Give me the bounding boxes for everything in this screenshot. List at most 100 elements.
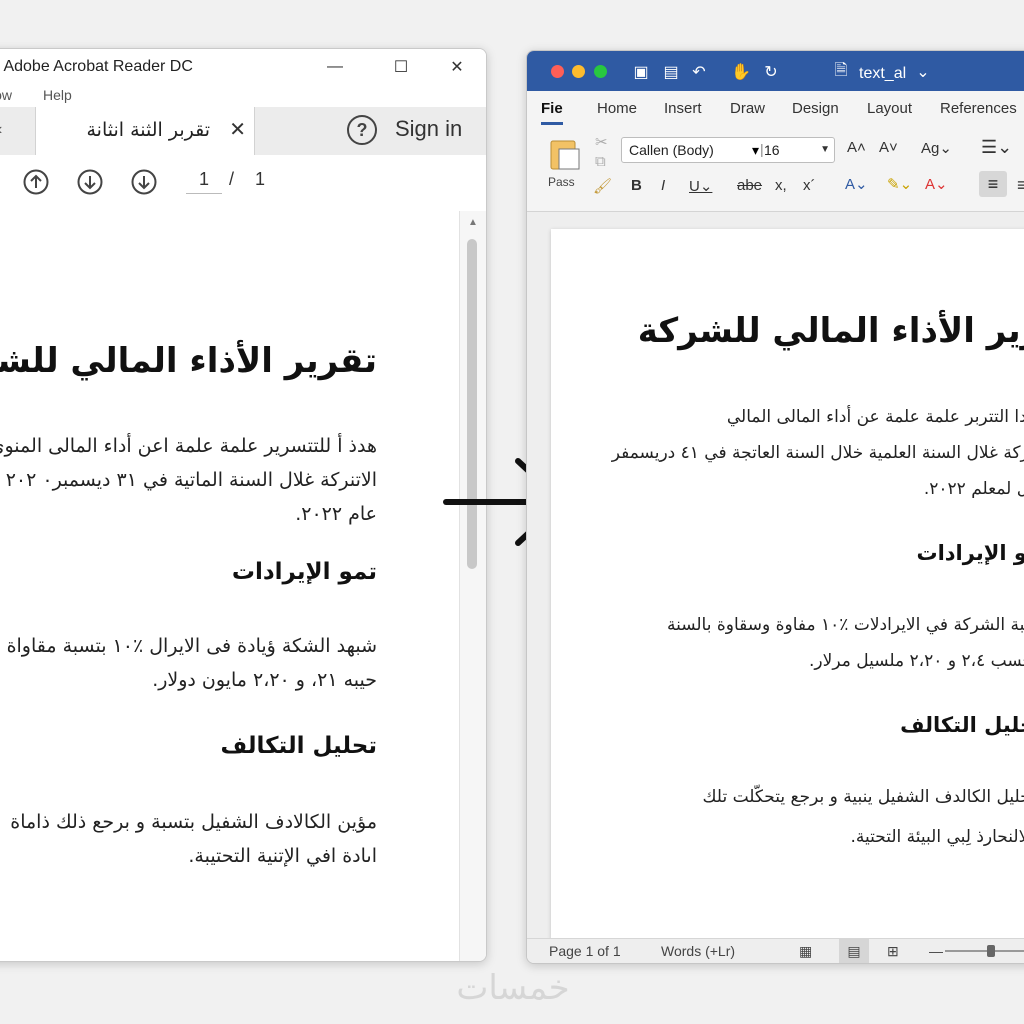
- read-mode-icon[interactable]: ▦: [799, 943, 812, 960]
- word-titlebar: ▣ ▤ ↶ ✋ ↻ 🗎 text_al ⌄: [527, 51, 1024, 91]
- change-case-icon[interactable]: Ag⌄: [921, 139, 952, 157]
- doc-para3-line1: مؤين الكالادف الشفيل بتسبة و برحع ذلك ذا…: [10, 811, 377, 833]
- previous-page-icon[interactable]: [23, 169, 49, 195]
- word-para1-line2: الشركة غلال السنة العلمية خلال السنة الع…: [611, 443, 1024, 463]
- doc-title: تقرير الأذاء المالي للشركة: [0, 341, 377, 381]
- vertical-scrollbar[interactable]: ▲: [459, 211, 486, 961]
- sign-in-button[interactable]: Sign in: [395, 116, 462, 142]
- acrobat-window: e Adobe Acrobat Reader DC — ☐ ✕ low Help…: [0, 48, 487, 962]
- doc-para2-line1: شبهد الشكة ؤيادة فى الايرال ٪١٠ بتسبة مق…: [6, 635, 377, 657]
- word-heading-revenue: تمو الإيرادات: [916, 541, 1024, 565]
- acrobat-window-title: e Adobe Acrobat Reader DC: [0, 58, 193, 75]
- highlight-icon[interactable]: ✎⌄: [887, 175, 912, 193]
- format-painter-icon[interactable]: 🖌: [593, 177, 612, 195]
- layout-icon[interactable]: ▣: [631, 62, 651, 82]
- italic-icon[interactable]: I: [661, 177, 665, 194]
- maximize-icon[interactable]: ☐: [381, 55, 421, 79]
- zoom-slider[interactable]: [945, 950, 1024, 952]
- watermark-logo: خمسات: [456, 968, 570, 1008]
- align-left-icon[interactable]: ≡: [979, 171, 1007, 197]
- underline-icon[interactable]: U⌄: [689, 177, 712, 195]
- undo-icon[interactable]: ↶: [689, 62, 709, 82]
- tab-layout[interactable]: Layout: [867, 100, 912, 117]
- tab-document[interactable]: تقربر الثنة انثانة ✕: [35, 107, 255, 155]
- title-chevron-down-icon[interactable]: ⌄: [913, 62, 933, 82]
- word-window: ▣ ▤ ↶ ✋ ↻ 🗎 text_al ⌄ Fie Home Insert Dr…: [526, 50, 1024, 964]
- menu-window[interactable]: low: [0, 87, 12, 103]
- tab-file[interactable]: Fie: [541, 100, 563, 125]
- zoom-slider-thumb[interactable]: [987, 945, 995, 957]
- word-statusbar: Page 1 of 1 Words (+Lr) ▦ ▤ ⊞ —: [527, 938, 1024, 963]
- document-icon: 🗎: [834, 61, 848, 79]
- tab-draw[interactable]: Draw: [730, 100, 765, 117]
- acrobat-document: تقرير الأذاء المالي للشركة هدذ أ للتتسري…: [0, 211, 459, 961]
- doc-para1-line2: الاتنركة غلال السنة الماتية في ٣١ ديسمبر…: [5, 469, 377, 491]
- subscript-icon[interactable]: x,: [775, 177, 787, 194]
- paste-icon[interactable]: [547, 135, 583, 171]
- page-separator: /: [229, 169, 235, 189]
- doc-heading-costs: تحليل التكالف: [220, 733, 377, 759]
- font-name-select[interactable]: Callen (Body) ▾ | 16 ▼: [621, 137, 835, 163]
- cut-icon[interactable]: ✂: [595, 133, 608, 151]
- redo-icon[interactable]: ↻: [761, 62, 781, 82]
- tab-references[interactable]: References: [940, 100, 1017, 117]
- help-icon[interactable]: ?: [347, 115, 377, 145]
- acrobat-toolbar: 1 / 1: [0, 155, 486, 212]
- ribbon-tabs: Fie Home Insert Draw Design Layout Refer…: [527, 91, 1024, 127]
- strikethrough-icon[interactable]: abe: [737, 177, 762, 194]
- word-para2-line1: شبة الشركة في الايرادلات ٪١٠ مفاوة وسقاو…: [666, 615, 1024, 635]
- zoom-traffic-light[interactable]: [594, 65, 607, 78]
- text-effects-icon[interactable]: A⌄: [845, 175, 868, 193]
- close-window-icon[interactable]: ✕: [437, 55, 477, 79]
- acrobat-menubar: low Help: [0, 85, 486, 107]
- word-para1-line1: هدا التتربر علمة علمة عن أداء المالى الم…: [726, 407, 1024, 427]
- word-doc-title-heading: تقرير الأذاء المالي للشركة: [637, 311, 1024, 351]
- font-size-input[interactable]: 16: [764, 142, 780, 158]
- word-para3-line2: الالنحارذ لِبي البيئة التحتية.: [850, 827, 1024, 847]
- tab-home[interactable]: Home: [597, 100, 637, 117]
- scroll-up-icon[interactable]: ▲: [468, 217, 478, 228]
- word-para1-line3: مؤل لمعلم ٢٠٢٢.: [923, 479, 1024, 499]
- paste-label: Pass: [548, 175, 575, 189]
- tab-insert[interactable]: Insert: [664, 100, 702, 117]
- close-tab-icon[interactable]: ✕: [229, 117, 246, 142]
- bold-icon[interactable]: B: [631, 177, 642, 194]
- download-icon[interactable]: [131, 169, 157, 195]
- save-icon[interactable]: ▤: [661, 62, 681, 82]
- status-page-count[interactable]: Page 1 of 1: [549, 943, 621, 959]
- doc-para2-line2: حيبه ٢١، و ٢،٢٠ مايون دولار.: [152, 669, 377, 691]
- close-traffic-light[interactable]: [551, 65, 564, 78]
- bullets-icon[interactable]: ☰⌄: [981, 137, 1012, 158]
- touch-mode-icon[interactable]: ✋: [731, 62, 751, 82]
- font-size-dropdown-icon[interactable]: ▼: [820, 144, 830, 155]
- web-layout-icon[interactable]: ⊞: [887, 943, 899, 960]
- superscript-icon[interactable]: x´: [803, 177, 816, 194]
- font-color-icon[interactable]: A⌄: [925, 175, 948, 193]
- grow-font-icon[interactable]: A˄: [847, 139, 866, 156]
- font-dropdown-chevron-icon[interactable]: ▾: [752, 142, 759, 159]
- doc-heading-revenue: تمو الإيرادات: [231, 559, 377, 585]
- chevron-left-icon[interactable]: ‹: [0, 121, 2, 139]
- tab-design[interactable]: Design: [792, 100, 839, 117]
- menu-help[interactable]: Help: [43, 87, 72, 103]
- doc-para1-line3: عام ٢٠٢٢.: [295, 503, 377, 525]
- shrink-font-icon[interactable]: A˅: [879, 139, 898, 156]
- word-para2-line2: حسب ٢،٤ و ٢،٢٠ ملسيل مرلار.: [809, 651, 1024, 671]
- align-center-icon[interactable]: ≡: [1017, 175, 1024, 196]
- word-doc-title: text_al: [859, 65, 907, 82]
- doc-para3-line2: اىادة افي الإتنية التحتيبة.: [188, 845, 377, 867]
- minimize-icon[interactable]: —: [315, 55, 355, 79]
- print-layout-icon[interactable]: ▤: [839, 939, 869, 963]
- minimize-traffic-light[interactable]: [572, 65, 585, 78]
- next-page-icon[interactable]: [77, 169, 103, 195]
- word-para3-line1: تتحليل الكالدف الشفيل ينبية و برجع يتحكّ…: [702, 787, 1024, 807]
- status-word-count[interactable]: Words (+Lr): [661, 943, 735, 959]
- tab-title: تقربر الثنة انثانة: [86, 119, 210, 141]
- acrobat-titlebar: e Adobe Acrobat Reader DC — ☐ ✕: [0, 49, 486, 85]
- ribbon: Pass ✂ ⧉ 🖌 Callen (Body) ▾ | 16 ▼ A˄ A˅ …: [527, 127, 1024, 212]
- word-document-page[interactable]: تقرير الأذاء المالي للشركة هدا التتربر ع…: [551, 229, 1024, 939]
- copy-icon[interactable]: ⧉: [595, 153, 606, 170]
- zoom-out-icon[interactable]: —: [929, 943, 943, 959]
- page-number-input[interactable]: 1: [186, 169, 222, 194]
- page-total: 1: [255, 169, 266, 189]
